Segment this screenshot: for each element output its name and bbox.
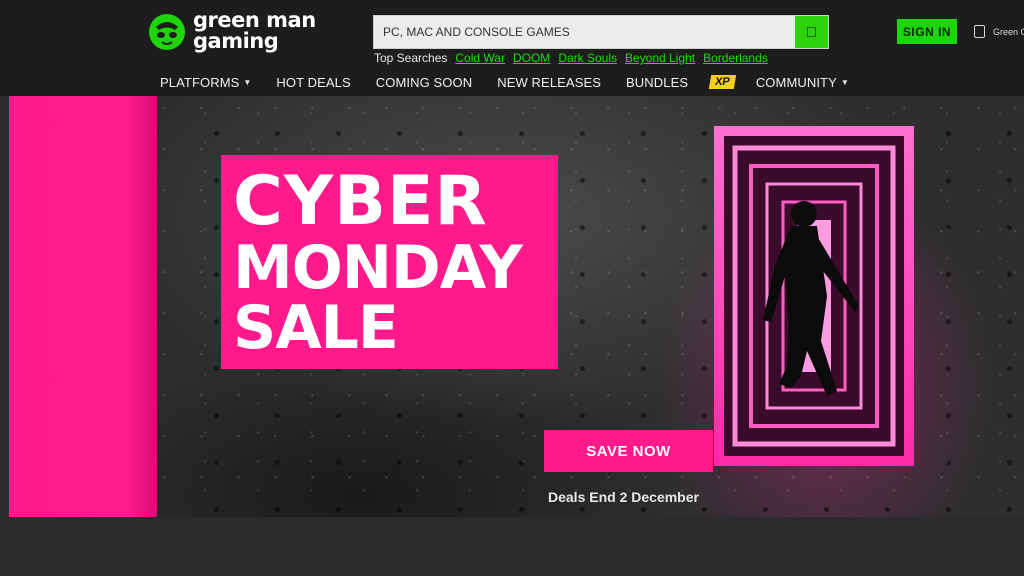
hero-title-line1: CYBER bbox=[233, 162, 488, 241]
search-box bbox=[373, 15, 829, 49]
caret-down-icon: ▼ bbox=[243, 77, 252, 87]
nav-platforms-label: PLATFORMS bbox=[160, 74, 240, 90]
caret-down-icon: ▼ bbox=[840, 77, 849, 87]
save-now-button[interactable]: SAVE NOW bbox=[544, 430, 713, 472]
hero-banner[interactable]: CYBER MONDAY SALE SAVE NOW Deals End 2 D… bbox=[9, 96, 1024, 517]
top-search-link-beyond-light[interactable]: Beyond Light bbox=[625, 51, 695, 65]
search-button[interactable] bbox=[795, 16, 828, 48]
xp-badge[interactable]: XP bbox=[708, 75, 737, 89]
nav-platforms[interactable]: PLATFORMS ▼ bbox=[160, 75, 251, 90]
top-search-link-doom[interactable]: DOOM bbox=[513, 51, 550, 65]
deals-end-text: Deals End 2 December bbox=[548, 489, 699, 505]
nav-hot-deals[interactable]: HOT DEALS bbox=[276, 75, 350, 90]
green-man-logo-icon bbox=[149, 14, 185, 50]
top-search-link-cold-war[interactable]: Cold War bbox=[455, 51, 505, 65]
search-input[interactable] bbox=[374, 16, 796, 48]
top-search-link-dark-souls[interactable]: Dark Souls bbox=[558, 51, 617, 65]
region-label[interactable]: Green G bbox=[993, 27, 1024, 37]
nav-community[interactable]: COMMUNITY ▼ bbox=[756, 75, 849, 90]
nav-coming-soon[interactable]: COMING SOON bbox=[376, 75, 472, 90]
logo-text-line2: gaming bbox=[193, 29, 279, 53]
top-search-link-borderlands[interactable]: Borderlands bbox=[703, 51, 768, 65]
site-header: green man gaming Top Searches Cold War D… bbox=[0, 0, 1024, 96]
top-searches-label: Top Searches bbox=[374, 51, 448, 65]
site-logo[interactable]: green man gaming bbox=[148, 10, 318, 54]
logo-text-line1: green man bbox=[193, 8, 316, 32]
region-checkbox[interactable] bbox=[974, 25, 985, 38]
neon-portal-image bbox=[714, 126, 914, 466]
logo-wordmark: green man gaming bbox=[193, 10, 316, 52]
hero-pink-strip bbox=[9, 96, 157, 517]
sign-in-button[interactable]: SIGN IN bbox=[897, 19, 957, 44]
main-nav: PLATFORMS ▼ HOT DEALS COMING SOON NEW REL… bbox=[160, 72, 874, 92]
nav-bundles[interactable]: BUNDLES bbox=[626, 75, 688, 90]
nav-community-label: COMMUNITY bbox=[755, 74, 837, 90]
hero-title-line3: SALE bbox=[233, 293, 399, 363]
top-searches: Top Searches Cold War DOOM Dark Souls Be… bbox=[374, 51, 768, 65]
hero-title-block: CYBER MONDAY SALE bbox=[221, 155, 558, 369]
hero-title-line2: MONDAY bbox=[233, 233, 523, 303]
nav-new-releases[interactable]: NEW RELEASES bbox=[497, 75, 601, 90]
search-icon bbox=[807, 27, 816, 37]
